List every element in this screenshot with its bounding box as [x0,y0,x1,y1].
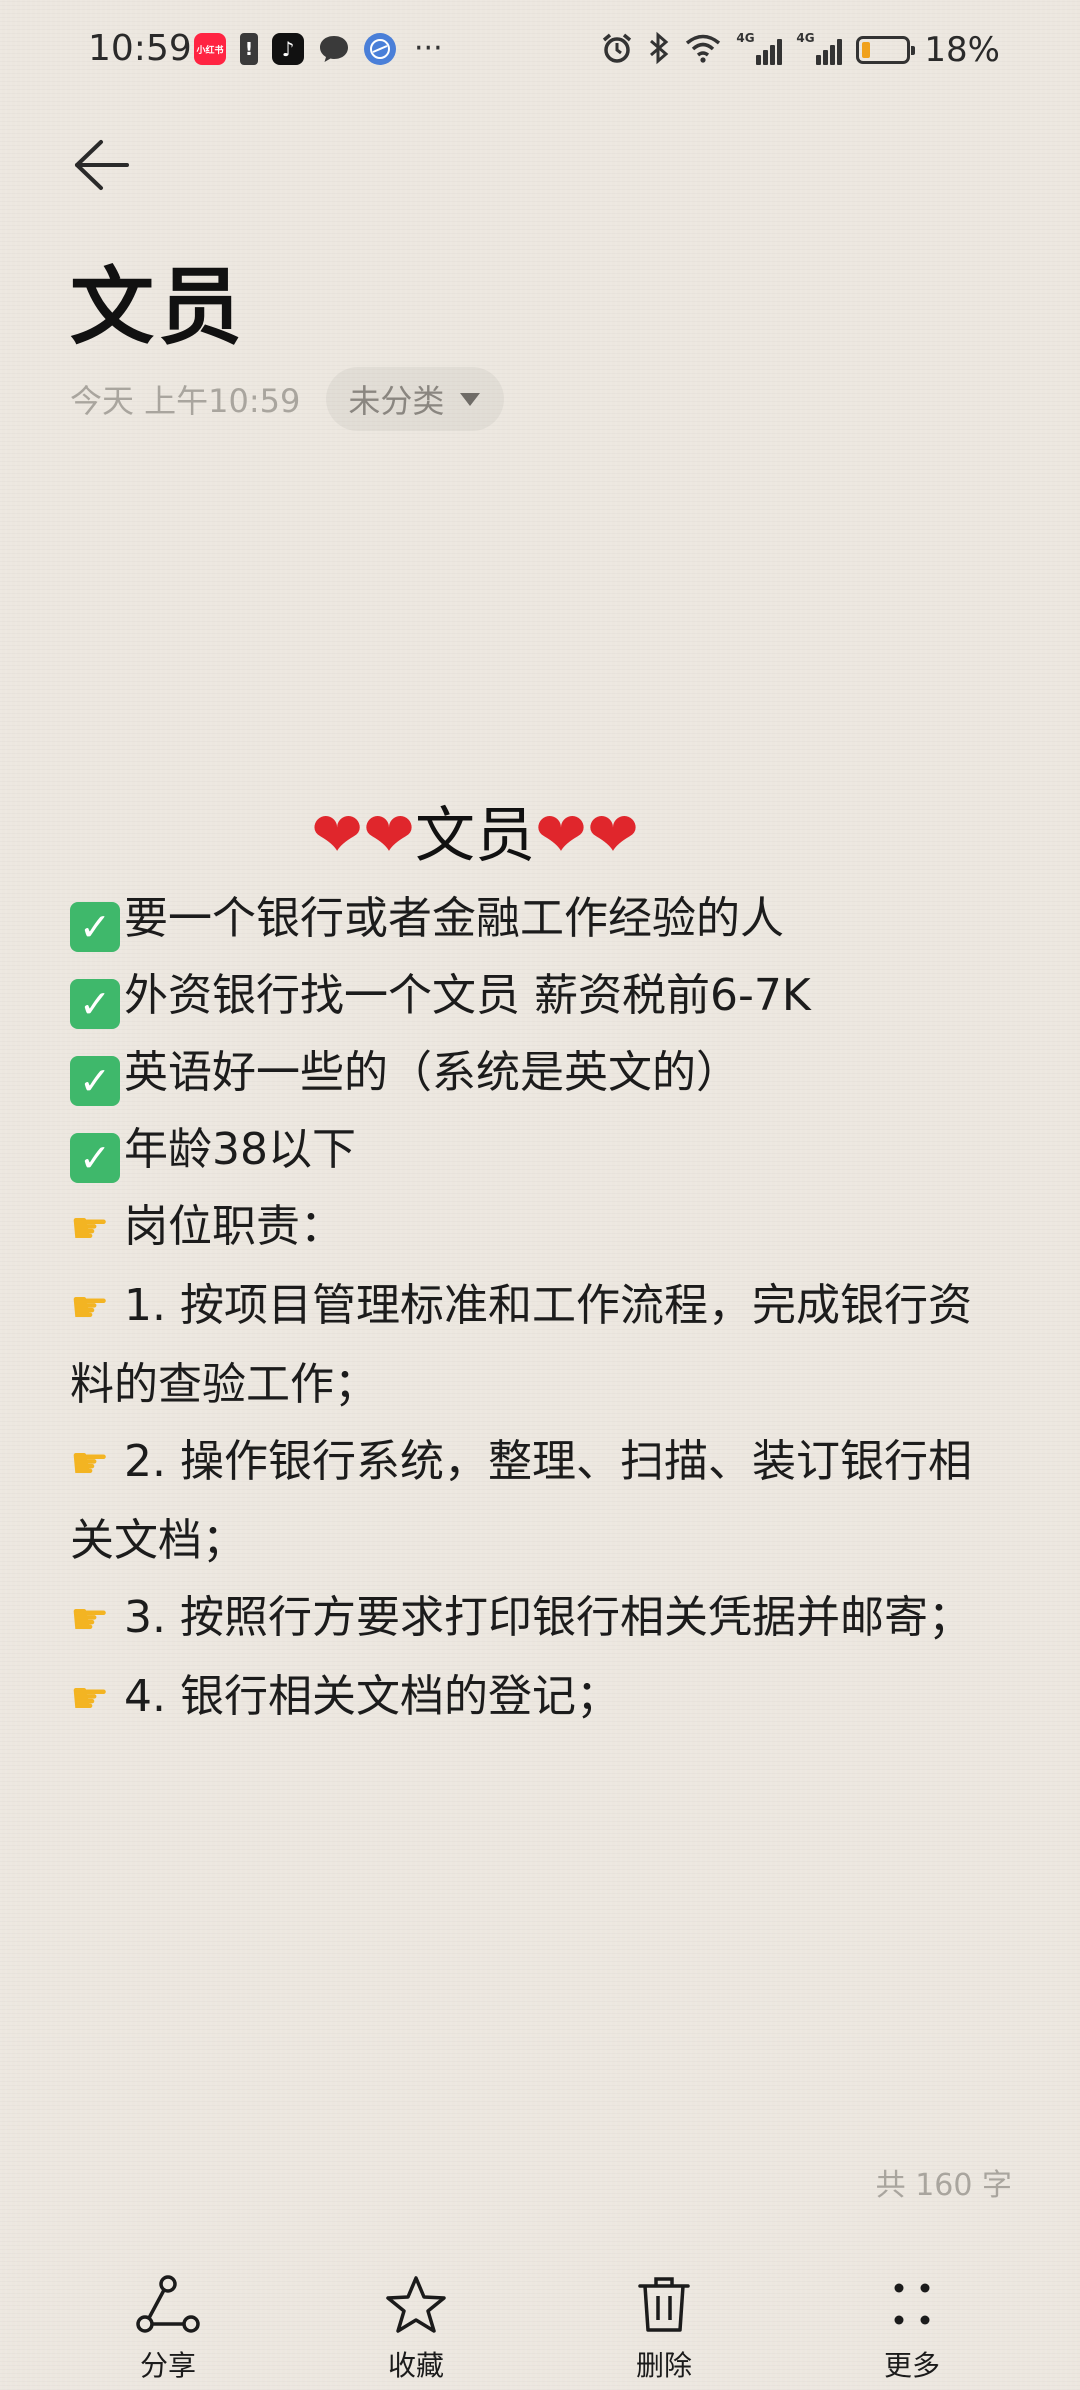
body-line-text: 英语好一些的（系统是英文的） [124,1047,740,1098]
body-line: ☛ 4. 银行相关文档的登记； [70,1658,1020,1737]
body-line-text: 岗位职责： [124,1201,344,1252]
body-line: 关文档； [70,1502,1020,1579]
check-mark-icon: ✓ [70,1056,120,1106]
body-line: 料的查验工作； [70,1346,1020,1423]
word-count: 共 160 字 [875,2168,1012,2203]
check-mark-icon: ✓ [70,902,120,952]
body-line: ☛ 1. 按项目管理标准和工作流程，完成银行资 [70,1267,1020,1346]
more-button[interactable]: 更多 [852,2272,972,2384]
pointing-hand-icon: ☛ [70,1673,110,1724]
signal-2-icon: 4G [796,31,843,65]
note-timestamp: 今天 上午10:59 [70,382,301,420]
body-line: ☛ 3. 按照行方要求打印银行相关凭据并邮寄； [70,1579,1020,1658]
arrow-left-icon [75,140,129,190]
body-line-text: 3. 按照行方要求打印银行相关凭据并邮寄； [124,1592,972,1643]
battery-percent: 18% [924,30,1000,70]
battery-level-fill [862,42,871,58]
trash-icon [634,2272,694,2338]
signal-1-icon: 4G [736,31,783,65]
wifi-icon [684,33,722,67]
dropdown-triangle-icon [460,392,481,406]
xiaohongshu-icon: 小红书 [194,33,226,65]
message-icon [318,33,350,65]
pointing-hand-icon: ☛ [70,1282,110,1333]
body-line-text: 要一个银行或者金融工作经验的人 [124,893,784,944]
note-title[interactable]: 文员 [70,240,246,361]
body-line-text: 2. 操作银行系统，整理、扫描、装订银行相 [124,1436,972,1487]
note-meta: 今天 上午10:59 未分类 [70,366,505,432]
more-icon [887,2272,937,2338]
more-notifications-icon: ··· [414,31,443,66]
body-line: ✓ 要一个银行或者金融工作经验的人 [70,880,1020,957]
delete-label: 删除 [635,2349,692,2382]
heart-icon: ❤❤ [535,798,639,871]
alarm-icon [600,31,634,69]
status-bar: 10:59 小红书 ! ♪ ··· 4G 4G 18% [0,0,1080,110]
share-label: 分享 [139,2349,196,2382]
body-line-text: 料的查验工作； [70,1359,378,1410]
heart-icon: ❤❤ [311,798,415,871]
category-label: 未分类 [348,382,445,420]
pointing-hand-icon: ☛ [70,1438,110,1489]
body-line: ☛ 岗位职责： [70,1188,1020,1267]
tiktok-icon: ♪ [272,33,304,65]
warning-icon: ! [240,33,258,65]
system-icons: 4G 4G 18% [600,30,1000,70]
body-heading-text: 文员 [415,801,535,871]
delete-button[interactable]: 删除 [604,2272,724,2384]
check-mark-icon: ✓ [70,1133,120,1183]
pointing-hand-icon: ☛ [70,1203,110,1254]
body-line-text: 1. 按项目管理标准和工作流程，完成银行资 [124,1280,972,1331]
bottom-action-bar: 分享 收藏 删除 更多 [0,2260,1080,2390]
more-label: 更多 [883,2349,940,2382]
body-line: ✓ 外资银行找一个文员 薪资税前6-7K [70,957,1020,1034]
battery-icon [856,36,916,64]
bluetooth-icon [648,31,670,69]
body-line: ✓ 英语好一些的（系统是英文的） [70,1034,1020,1111]
body-lines: ✓ 要一个银行或者金融工作经验的人 ✓ 外资银行找一个文员 薪资税前6-7K ✓ 英语好一… [70,880,1020,1737]
category-dropdown[interactable]: 未分类 [326,367,505,431]
body-line-text: 外资银行找一个文员 薪资税前6-7K [124,970,811,1021]
star-icon [384,2272,448,2338]
note-content[interactable]: ❤❤文员❤❤ ✓ 要一个银行或者金融工作经验的人 ✓ 外资银行找一个文员 薪资税前6-… [70,790,1020,1737]
body-line-text: 关文档； [70,1515,246,1566]
favorite-label: 收藏 [387,2349,444,2382]
body-heading: ❤❤文员❤❤ [0,790,1080,880]
body-line: ✓ 年龄38以下 [70,1111,1020,1188]
share-icon [135,2272,201,2338]
back-button[interactable] [68,132,134,198]
browser-icon [364,33,396,65]
favorite-button[interactable]: 收藏 [356,2272,476,2384]
body-line-text: 年龄38以下 [124,1124,356,1175]
check-mark-icon: ✓ [70,979,120,1029]
pointing-hand-icon: ☛ [70,1594,110,1645]
notification-icons: 小红书 ! ♪ ··· [194,33,443,65]
body-line-text: 4. 银行相关文档的登记； [124,1671,620,1722]
body-line: ☛ 2. 操作银行系统，整理、扫描、装订银行相 [70,1423,1020,1502]
share-button[interactable]: 分享 [108,2272,228,2384]
status-time: 10:59 [88,28,192,69]
